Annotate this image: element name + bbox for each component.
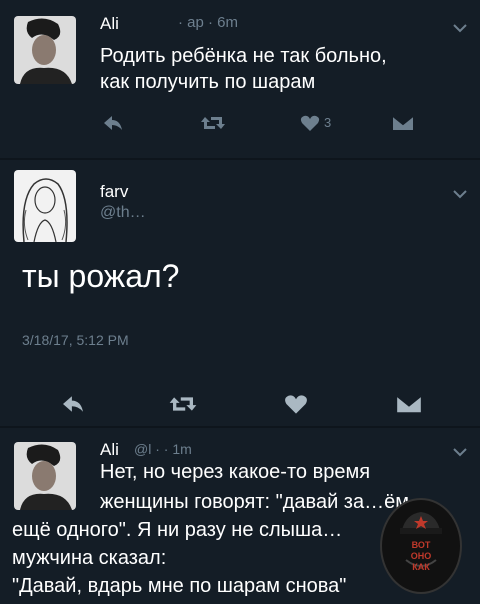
- dm-icon[interactable]: [396, 393, 422, 415]
- tweet-text-line1: Родить ребёнка не так больно,: [100, 45, 387, 67]
- reply-icon[interactable]: [102, 114, 124, 132]
- tweet-text-line1: Нет, но через какое-то время: [100, 461, 371, 483]
- chevron-down-icon[interactable]: [452, 20, 468, 36]
- like-count: 3: [324, 115, 332, 130]
- author-handle: @th…: [100, 204, 146, 221]
- avatar[interactable]: [14, 16, 76, 84]
- watermark-line2: ОНО: [410, 551, 432, 561]
- tweet-text-line2: женщины говорят: "давай за…ём: [100, 491, 409, 513]
- tweet-text-line5: "Давай, вдарь мне по шарам снова": [12, 575, 347, 597]
- retweet-icon[interactable]: [200, 114, 226, 132]
- reply-icon[interactable]: [60, 394, 86, 414]
- like-icon[interactable]: [300, 114, 320, 132]
- avatar[interactable]: [14, 442, 76, 510]
- tweet-meta: · ар · 6m: [178, 14, 239, 31]
- tweet-2[interactable]: farv @th… ты рожал? 3/18/17, 5:12 PM: [0, 160, 480, 426]
- dm-icon[interactable]: [392, 114, 414, 132]
- tweet-text: ты рожал?: [22, 258, 180, 294]
- tweet-meta: @l · · 1m: [134, 441, 192, 457]
- avatar[interactable]: [14, 170, 76, 242]
- watermark-logo: ВОТ ОНО КАК: [380, 498, 462, 594]
- tweet-text-line2: как получить по шарам: [100, 71, 316, 93]
- tweet-text-line4: мужчина сказал:: [12, 547, 167, 569]
- watermark-line3: КАК: [412, 562, 430, 572]
- tweet-3[interactable]: Ali @l · · 1m Нет, но через какое-то вре…: [0, 428, 480, 604]
- watermark-line1: ВОТ: [411, 540, 431, 550]
- author-name[interactable]: Ali: [100, 14, 119, 34]
- chevron-down-icon[interactable]: [452, 186, 468, 202]
- retweet-icon[interactable]: [168, 394, 198, 414]
- tweet-1[interactable]: Ali · ар · 6m Родить ребёнка не так боль…: [0, 0, 480, 158]
- author-name[interactable]: Ali: [100, 440, 119, 460]
- tweet-timestamp: 3/18/17, 5:12 PM: [22, 332, 129, 348]
- like-icon[interactable]: [284, 393, 308, 415]
- tweet-text-line3: ещё одного". Я ни разу не слыша…: [12, 519, 343, 541]
- author-name[interactable]: farv: [100, 182, 128, 202]
- chevron-down-icon[interactable]: [452, 444, 468, 460]
